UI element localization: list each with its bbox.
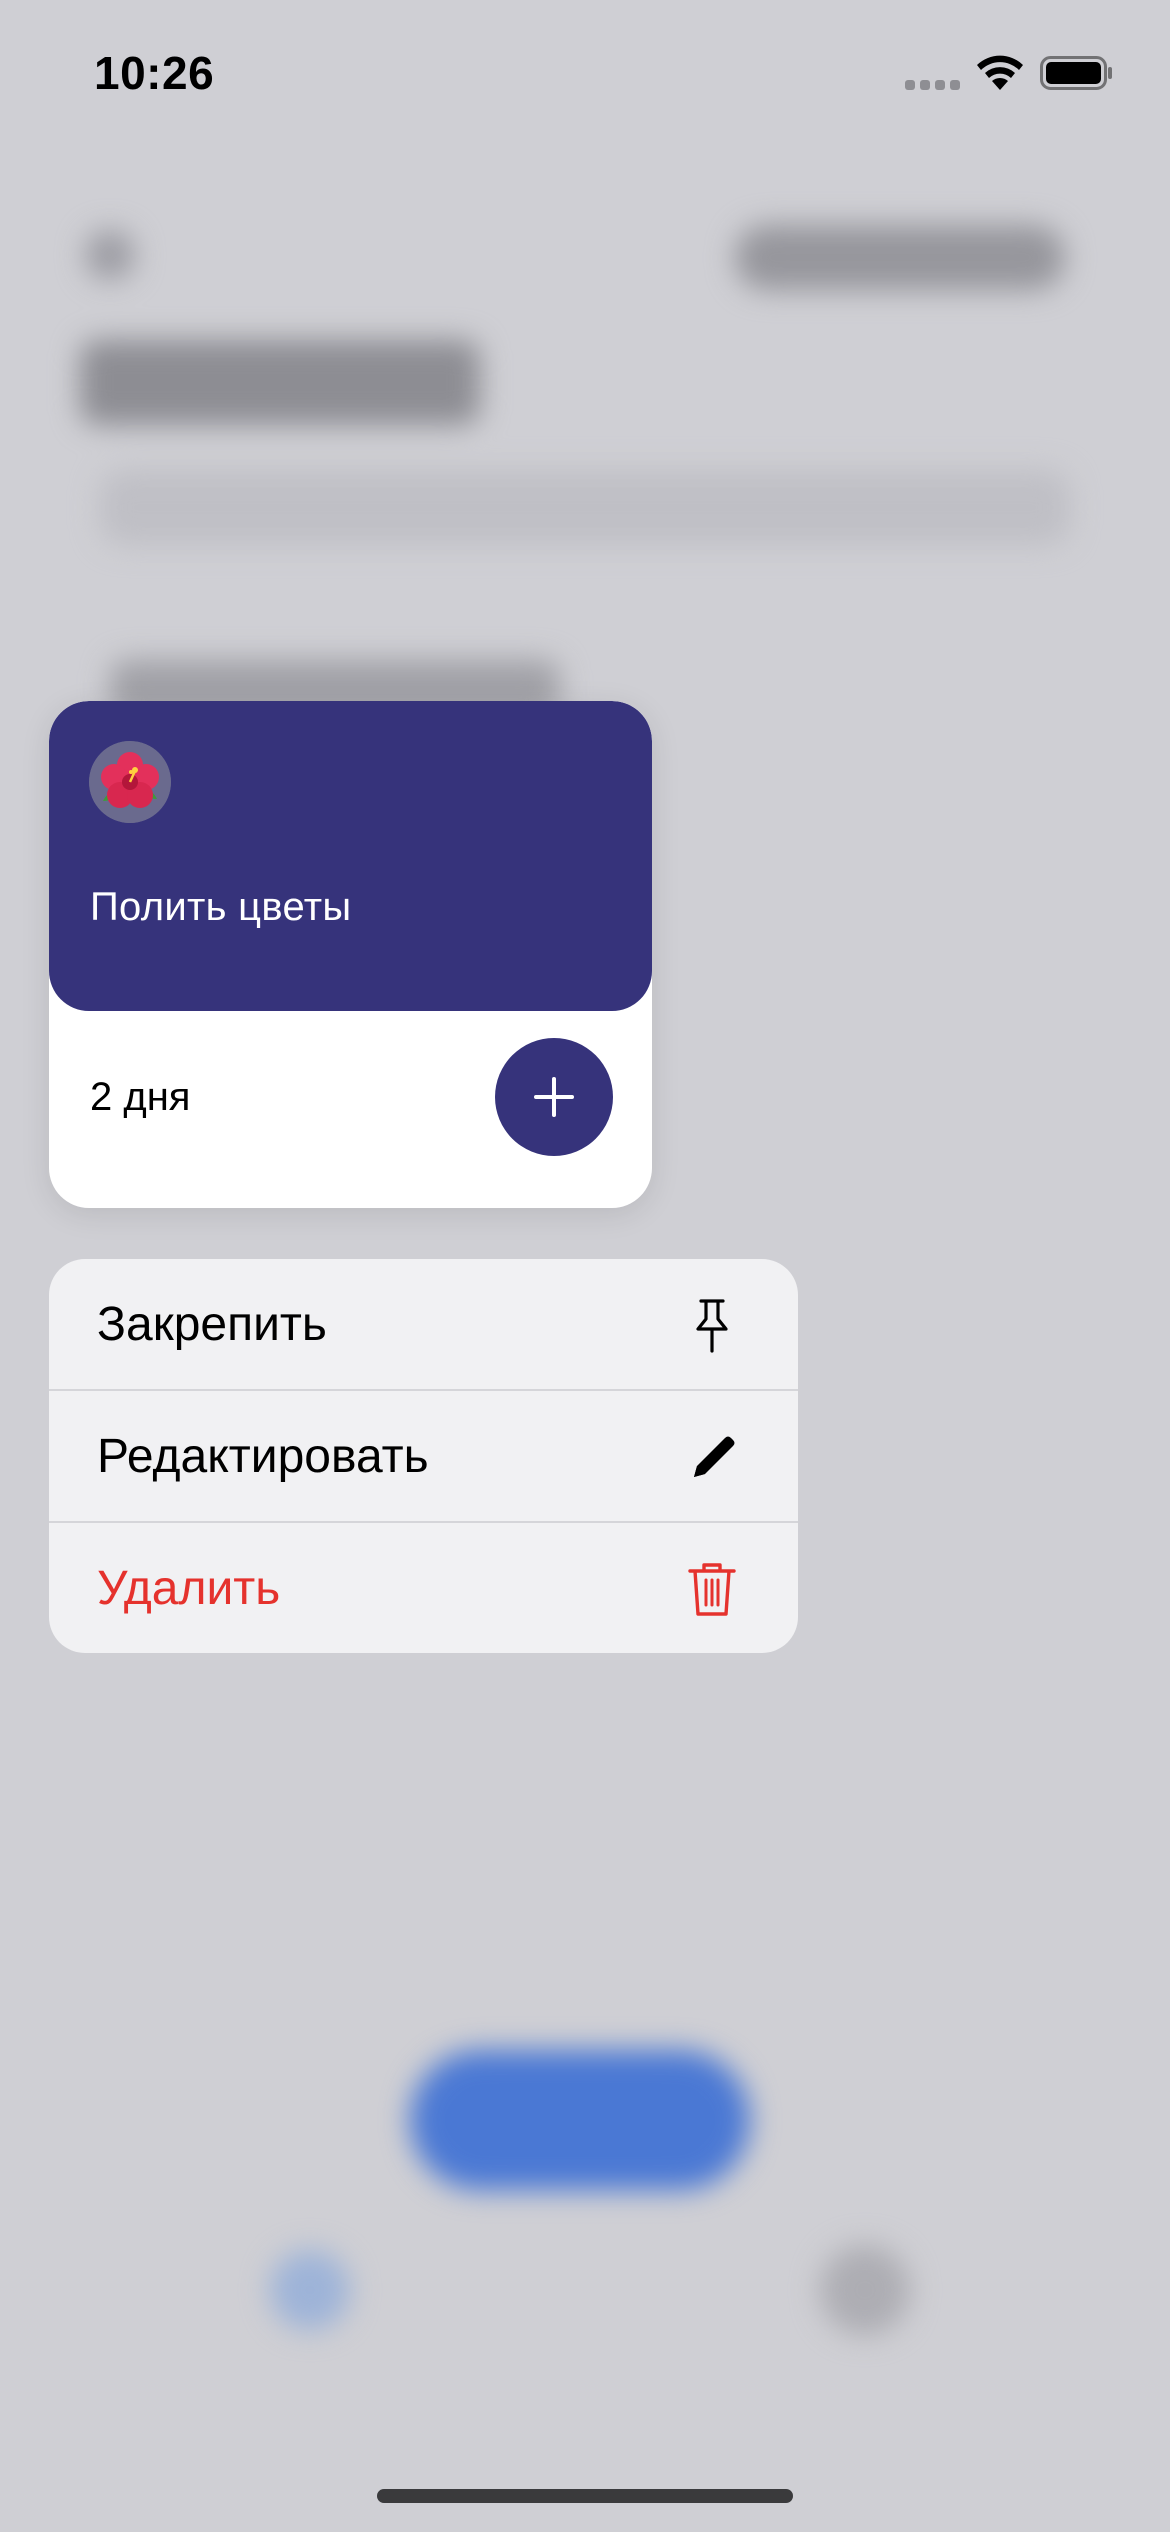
task-card-header: Полить цветы <box>49 701 652 1011</box>
menu-item-edit[interactable]: Редактировать <box>49 1391 798 1521</box>
menu-item-label: Закрепить <box>97 1298 327 1351</box>
battery-icon <box>1040 56 1112 90</box>
blurred-search-field <box>100 470 1070 545</box>
status-bar: 10:26 <box>0 0 1170 140</box>
wifi-icon <box>977 55 1023 90</box>
pencil-icon <box>694 1436 735 1477</box>
plus-icon <box>552 1077 556 1117</box>
task-duration: 2 дня <box>90 1075 191 1119</box>
trash-icon <box>688 1563 736 1616</box>
blurred-tab-icon <box>270 2250 350 2330</box>
context-menu: Закрепить Редактировать Удалить <box>49 1259 798 1653</box>
menu-item-label: Удалить <box>97 1562 281 1615</box>
add-button[interactable] <box>495 1038 613 1156</box>
blurred-page-title <box>80 340 480 425</box>
status-time: 10:26 <box>94 47 215 99</box>
blurred-primary-button <box>410 2050 750 2190</box>
menu-item-pin[interactable]: Закрепить <box>49 1259 798 1389</box>
hibiscus-emoji-icon <box>89 741 171 823</box>
menu-item-delete[interactable]: Удалить <box>49 1523 798 1653</box>
cellular-signal-icon <box>905 78 961 90</box>
blurred-tab-icon <box>820 2245 910 2335</box>
task-title: Полить цветы <box>90 885 352 929</box>
home-indicator[interactable] <box>377 2489 793 2503</box>
pin-icon <box>696 1299 728 1353</box>
task-card[interactable]: Полить цветы 2 дня <box>49 701 652 1208</box>
menu-item-label: Редактировать <box>97 1430 429 1483</box>
blurred-back-button <box>85 230 135 280</box>
blurred-header-button <box>735 225 1065 290</box>
